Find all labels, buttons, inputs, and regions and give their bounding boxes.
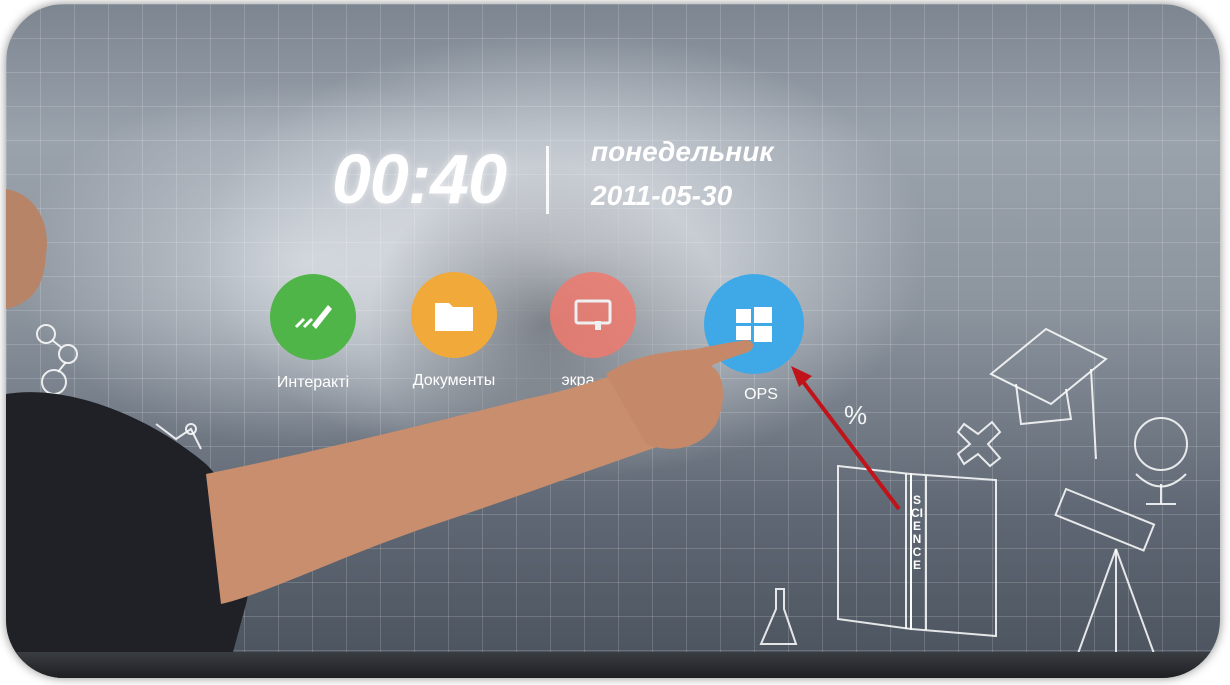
screen-bezel bbox=[6, 652, 1220, 678]
pointer-annotation-arrow bbox=[791, 366, 901, 511]
screen-frame: % SCIENCE 00:40 понедельник 2011-05-30 И… bbox=[6, 4, 1220, 678]
